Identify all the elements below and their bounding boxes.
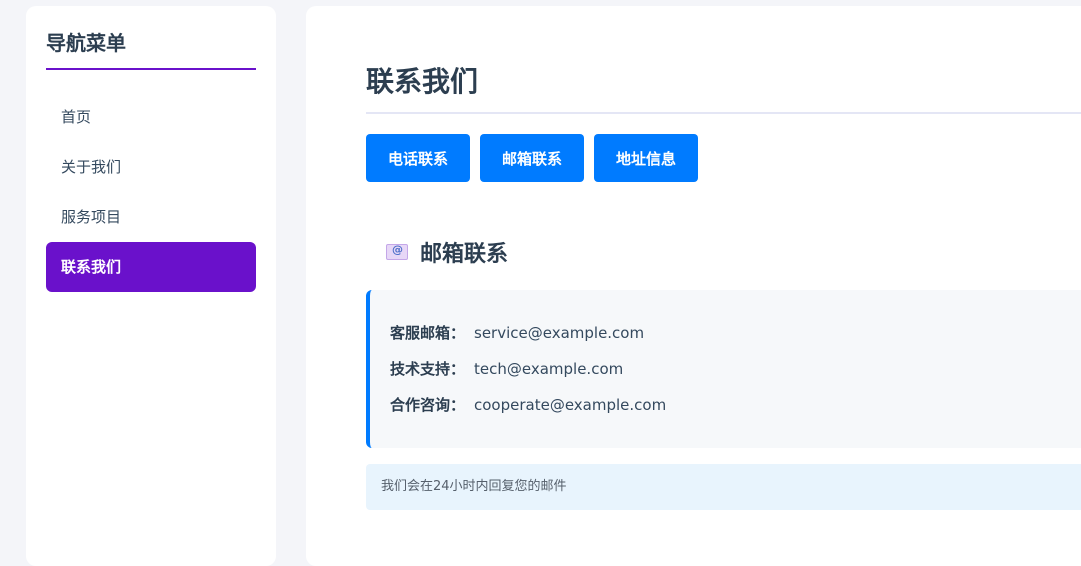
sidebar-item-services[interactable]: 服务项目 (46, 192, 256, 242)
sidebar-item-home[interactable]: 首页 (46, 92, 256, 142)
contact-value: service@example.com (474, 324, 645, 342)
sidebar: 导航菜单 首页 关于我们 服务项目 联系我们 (26, 6, 276, 566)
contact-value: tech@example.com (474, 360, 624, 378)
main-content: 联系我们 电话联系 邮箱联系 地址信息 邮箱联系 客服邮箱： service@e… (306, 6, 1081, 566)
nav-list: 首页 关于我们 服务项目 联系我们 (46, 92, 256, 292)
reply-note: 我们会在24小时内回复您的邮件 (366, 464, 1081, 510)
email-section: 邮箱联系 客服邮箱： service@example.com 技术支持： tec… (366, 232, 1081, 510)
contact-row: 客服邮箱： service@example.com (390, 318, 1066, 354)
contact-label: 合作咨询： (390, 396, 466, 414)
contact-row: 技术支持： tech@example.com (390, 354, 1066, 390)
contact-row: 合作咨询： cooperate@example.com (390, 390, 1066, 426)
sidebar-item-about[interactable]: 关于我们 (46, 142, 256, 192)
sidebar-item-contact[interactable]: 联系我们 (46, 242, 256, 292)
contact-label: 客服邮箱： (390, 324, 466, 342)
tab-email-button[interactable]: 邮箱联系 (480, 134, 585, 182)
page-title: 联系我们 (366, 6, 1081, 114)
contact-box: 客服邮箱： service@example.com 技术支持： tech@exa… (366, 290, 1081, 448)
contact-label: 技术支持： (390, 360, 466, 378)
sidebar-title: 导航菜单 (46, 30, 256, 70)
mail-icon (386, 243, 408, 260)
section-heading: 邮箱联系 (386, 232, 1081, 272)
contact-value: cooperate@example.com (474, 396, 667, 414)
tab-address-button[interactable]: 地址信息 (594, 134, 699, 182)
tab-row: 电话联系 邮箱联系 地址信息 (366, 134, 1081, 182)
tab-phone-button[interactable]: 电话联系 (366, 134, 471, 182)
section-heading-text: 邮箱联系 (420, 242, 509, 267)
